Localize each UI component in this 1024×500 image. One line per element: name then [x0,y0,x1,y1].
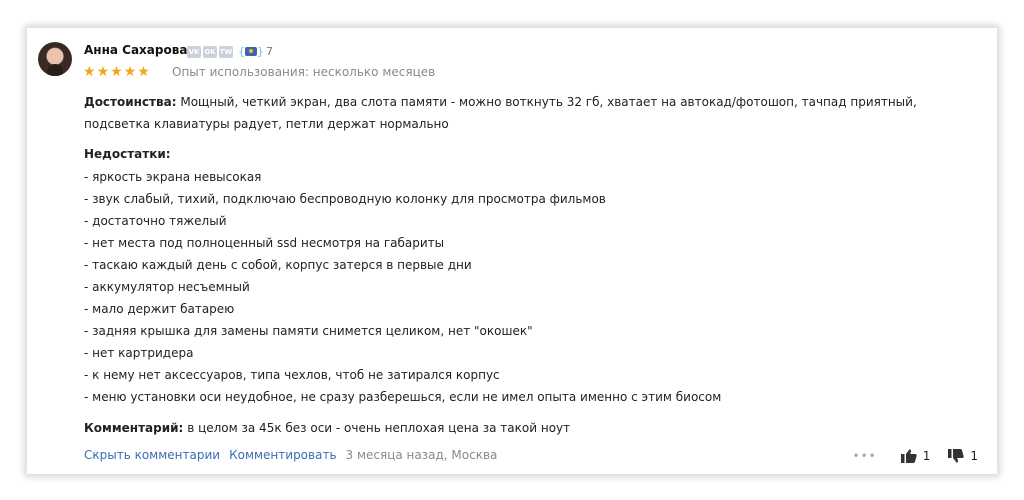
cons-item: - задняя крышка для замены памяти снимет… [84,324,533,338]
author-avatar[interactable] [38,42,72,76]
cons-item: - нет места под полноценный ssd несмотря… [84,236,445,250]
social-links: VK OK TW { } 7 [187,45,273,58]
more-options-icon[interactable]: ••• [852,449,876,463]
badge-icon [245,47,257,56]
hide-comments-link[interactable]: Скрыть комментарии [84,448,220,462]
cons-label: Недостатки: [84,147,171,161]
reviewer-badge[interactable]: { } 7 [238,45,273,58]
vk-icon[interactable]: VK [187,45,201,58]
comment-label: Комментарий: [84,421,184,435]
dislikes-count: 1 [970,449,978,463]
cons-item: - яркость экрана невысокая [84,170,262,184]
star-icon: ★ [123,64,137,80]
star-icon: ★ [137,64,150,80]
pros-text: Мощный, четкий экран, два слота памяти -… [84,95,917,131]
ok-icon[interactable]: OK [203,45,217,58]
star-icon: ★ [83,64,96,80]
cons-item: - аккумулятор несъемный [84,280,250,294]
cons-item: - таскаю каждый день с собой, корпус зат… [84,258,472,272]
twitter-icon[interactable]: TW [219,45,233,58]
cons-item: - звук слабый, тихий, подключаю беспрово… [84,192,606,206]
comment-section: Комментарий: в целом за 45к без оси - оч… [84,417,570,439]
comment-text: в целом за 45к без оси - очень неплохая … [187,421,571,435]
cons-item: - мало держит батарею [84,302,235,316]
rating-stars: ★ ★ ★ ★ ★ [83,64,150,80]
cons-list: - яркость экрана невысокая - звук слабый… [84,166,721,408]
cons-item: - нет картридера [84,346,194,360]
star-icon: ★ [110,64,123,80]
pros-label: Достоинства: [84,95,177,109]
add-comment-link[interactable]: Комментировать [229,448,336,462]
pros-section: Достоинства: Мощный, четкий экран, два с… [84,91,974,135]
review-footer: Скрыть комментарии Комментировать 3 меся… [84,448,497,462]
cons-item: - к нему нет аксессуаров, типа чехлов, ч… [84,368,500,382]
review-date-location: 3 месяца назад, Москва [345,448,498,462]
review-card: Анна Сахарова VK OK TW { } 7 ★ ★ ★ ★ ★ Опыт … [27,28,997,474]
cons-item: - меню установки оси неудобное, не сразу… [84,390,722,404]
cons-item: - достаточно тяжелый [84,214,227,228]
star-icon: ★ [96,64,110,80]
review-actions: ••• 1 1 [852,449,978,463]
thumbs-up-icon[interactable] [900,449,917,463]
likes-count: 1 [922,449,931,463]
usage-experience: Опыт использования: несколько месяцев [172,65,436,79]
thumbs-down-icon[interactable] [948,449,965,463]
laurel-icon: } [257,44,264,58]
laurel-icon: { [238,44,245,58]
badge-count: 7 [266,45,273,58]
author-name[interactable]: Анна Сахарова [84,43,187,57]
